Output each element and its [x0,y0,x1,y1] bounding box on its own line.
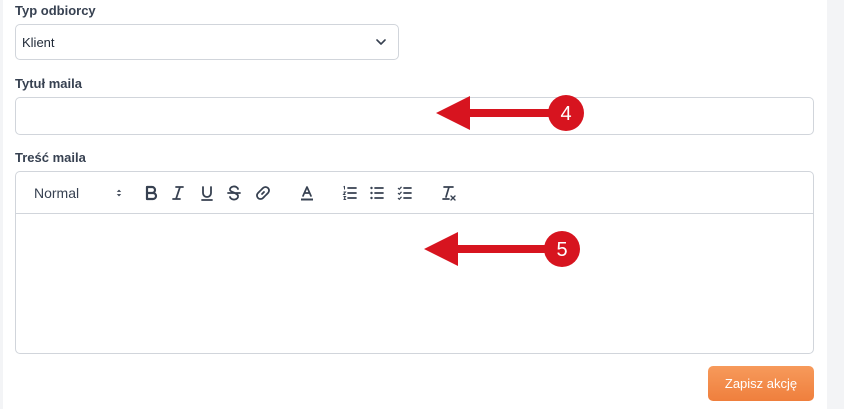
link-button[interactable] [254,183,272,203]
bullet-list-icon [370,186,384,200]
check-list-icon [397,186,412,201]
link-icon [256,186,270,200]
clear-format-icon [442,186,456,201]
email-body-label: Treść maila [15,150,86,165]
sort-arrows-icon [116,189,122,197]
recipient-type-label: Typ odbiorcy [15,3,96,18]
recipient-type-value: Klient [22,34,55,50]
underline-button[interactable] [198,183,216,203]
email-title-input[interactable] [15,97,814,135]
italic-icon [172,186,184,200]
rich-text-editor: Normal [15,171,814,354]
editor-toolbar: Normal [16,172,813,214]
ordered-list-button[interactable] [341,183,359,203]
clear-format-button[interactable] [440,183,458,203]
heading-select-value: Normal [34,185,80,201]
text-color-icon [301,186,313,201]
text-color-button[interactable] [298,183,316,203]
bold-icon [145,185,158,201]
heading-select[interactable]: Normal [34,183,124,203]
italic-button[interactable] [169,183,187,203]
check-list-button[interactable] [396,183,414,203]
save-action-button[interactable]: Zapisz akcję [708,366,814,401]
recipient-type-select[interactable]: Klient [15,24,399,60]
strikethrough-icon [227,185,241,201]
ordered-list-icon [342,185,357,200]
editor-content-area[interactable] [16,214,813,353]
bullet-list-button[interactable] [368,183,386,203]
email-title-label: Tytuł maila [15,76,82,91]
bold-button[interactable] [142,183,160,203]
annotation-label-5: 5 [556,239,567,261]
chevron-down-icon [376,39,386,45]
annotation-label-4: 4 [560,103,571,125]
annotation-arrow-4: 4 [436,95,584,131]
annotation-arrow-5: 5 [424,231,580,267]
underline-icon [201,186,213,201]
strikethrough-button[interactable] [225,183,243,203]
